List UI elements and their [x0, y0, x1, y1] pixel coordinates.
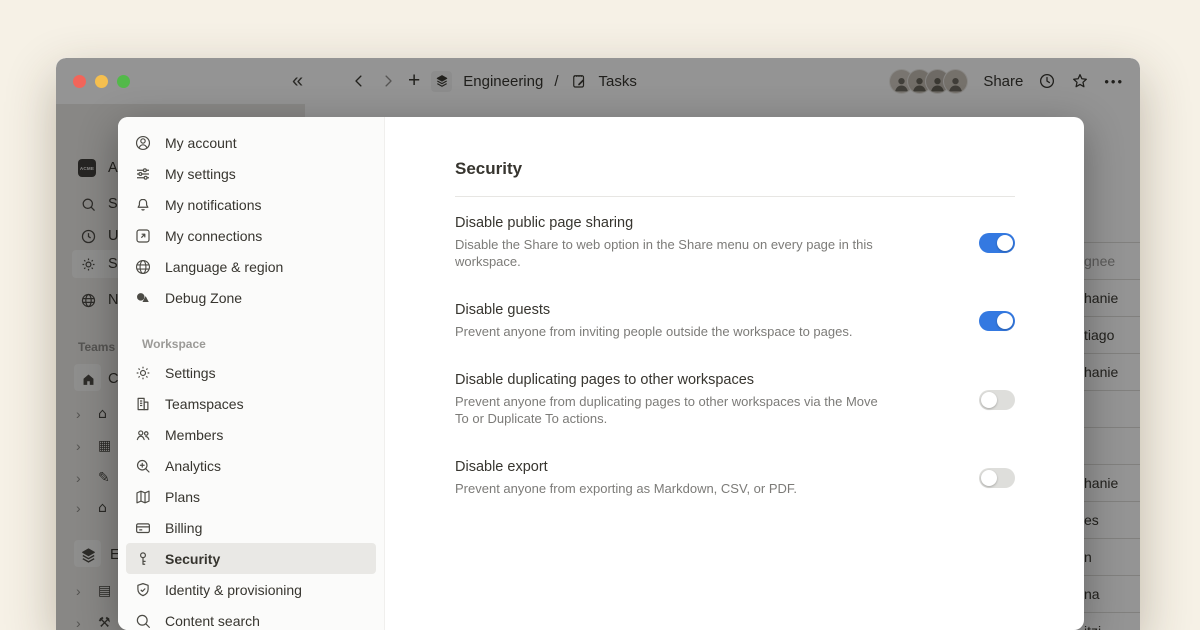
app-window: « + Engineering / Tasks Share •••: [56, 58, 1140, 630]
nav-item-label: Settings: [165, 365, 216, 381]
nav-item-label: Members: [165, 427, 223, 443]
nav-settings[interactable]: Settings: [126, 357, 376, 388]
toggle-knob: [981, 470, 997, 486]
window-controls: [73, 75, 130, 88]
security-settings-panel: Security Disable public page sharing Dis…: [385, 117, 1084, 630]
toggle-disable-guests[interactable]: [979, 311, 1015, 331]
nav-item-label: My notifications: [165, 197, 261, 213]
nav-debug-zone[interactable]: Debug Zone: [126, 282, 376, 313]
toggle-knob: [997, 313, 1013, 329]
nav-my-notifications[interactable]: My notifications: [126, 189, 376, 220]
setting-title: Disable duplicating pages to other works…: [455, 372, 879, 388]
divider: [455, 196, 1015, 197]
minimize-window-button[interactable]: [95, 75, 108, 88]
nav-item-label: Debug Zone: [165, 290, 242, 306]
building-icon: [134, 395, 152, 413]
setting-title: Disable public page sharing: [455, 215, 879, 231]
shield-check-icon: [134, 581, 152, 599]
bell-icon: [134, 196, 152, 214]
nav-teamspaces[interactable]: Teamspaces: [126, 388, 376, 419]
gear-icon: [134, 364, 152, 382]
setting-description: Prevent anyone from duplicating pages to…: [455, 393, 879, 427]
sliders-icon: [134, 165, 152, 183]
credit-card-icon: [134, 519, 152, 537]
setting-row-export: Disable export Prevent anyone from expor…: [455, 459, 1015, 497]
nav-item-label: My account: [165, 135, 237, 151]
nav-item-label: Analytics: [165, 458, 221, 474]
nav-my-connections[interactable]: My connections: [126, 220, 376, 251]
nav-item-label: My connections: [165, 228, 262, 244]
nav-item-label: Security: [165, 551, 220, 567]
nav-analytics[interactable]: Analytics: [126, 450, 376, 481]
nav-item-label: Teamspaces: [165, 396, 244, 412]
nav-item-label: Billing: [165, 520, 202, 536]
nav-item-label: Plans: [165, 489, 200, 505]
shapes-icon: [134, 289, 152, 307]
nav-item-label: Language & region: [165, 259, 283, 275]
setting-description: Disable the Share to web option in the S…: [455, 236, 879, 270]
nav-item-label: Content search: [165, 613, 260, 629]
setting-row-guests: Disable guests Prevent anyone from invit…: [455, 302, 1015, 340]
nav-language-region[interactable]: Language & region: [126, 251, 376, 282]
nav-identity-provisioning[interactable]: Identity & provisioning: [126, 574, 376, 605]
nav-security[interactable]: Security: [126, 543, 376, 574]
zoom-window-button[interactable]: [117, 75, 130, 88]
setting-description: Prevent anyone from inviting people outs…: [455, 323, 852, 340]
nav-billing[interactable]: Billing: [126, 512, 376, 543]
globe-icon: [134, 258, 152, 276]
workspace-section-label: Workspace: [142, 337, 384, 351]
toggle-disable-export[interactable]: [979, 468, 1015, 488]
nav-plans[interactable]: Plans: [126, 481, 376, 512]
setting-row-public-sharing: Disable public page sharing Disable the …: [455, 215, 1015, 270]
map-icon: [134, 488, 152, 506]
nav-content-search[interactable]: Content search: [126, 605, 376, 630]
search-icon: [134, 612, 152, 630]
setting-row-duplicating: Disable duplicating pages to other works…: [455, 372, 1015, 427]
user-circle-icon: [134, 134, 152, 152]
zoom-plus-icon: [134, 457, 152, 475]
toggle-disable-duplicating[interactable]: [979, 390, 1015, 410]
settings-nav: My account My settings My notifications …: [118, 117, 385, 630]
key-icon: [134, 550, 152, 568]
nav-item-label: Identity & provisioning: [165, 582, 302, 598]
close-window-button[interactable]: [73, 75, 86, 88]
toggle-knob: [981, 392, 997, 408]
toggle-knob: [997, 235, 1013, 251]
page-title: Security: [455, 159, 1015, 179]
setting-title: Disable guests: [455, 302, 852, 318]
setting-description: Prevent anyone from exporting as Markdow…: [455, 480, 797, 497]
nav-item-label: My settings: [165, 166, 236, 182]
arrow-up-right-box-icon: [134, 227, 152, 245]
settings-modal: My account My settings My notifications …: [118, 117, 1084, 630]
nav-my-settings[interactable]: My settings: [126, 158, 376, 189]
toggle-disable-public-sharing[interactable]: [979, 233, 1015, 253]
members-icon: [134, 426, 152, 444]
nav-members[interactable]: Members: [126, 419, 376, 450]
setting-title: Disable export: [455, 459, 797, 475]
nav-my-account[interactable]: My account: [126, 127, 376, 158]
